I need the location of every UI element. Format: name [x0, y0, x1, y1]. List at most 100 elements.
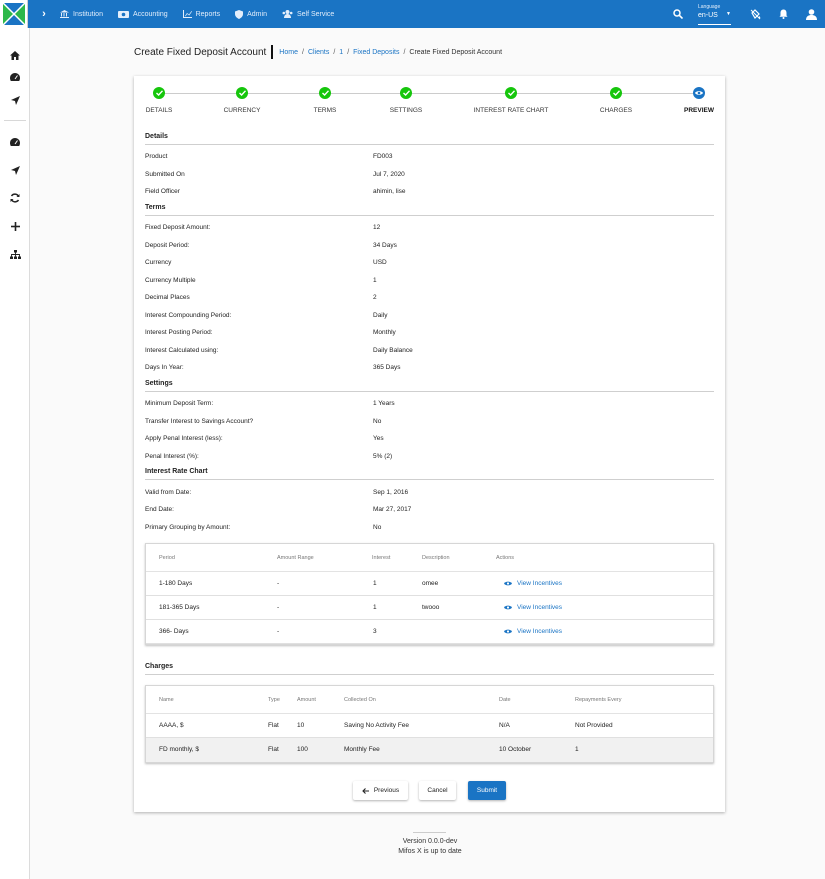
nav-accounting-label: Accounting — [132, 10, 168, 18]
sidebar-toggle-chevron-icon[interactable]: › — [28, 8, 60, 20]
step-interest-rate-chart-label: INTEREST RATE CHART — [473, 107, 549, 114]
navigation-arrow-icon[interactable] — [0, 91, 30, 109]
breadcrumb-clients[interactable]: Clients — [308, 49, 329, 56]
stepper: DETAILS CURRENCY TERMS SETTINGS INTEREST… — [134, 76, 725, 116]
terms-row: Currency Multiple 1 — [145, 277, 377, 284]
dashboard-icon[interactable] — [0, 68, 30, 86]
eye-icon — [504, 629, 512, 634]
detail-row: Submitted On Jul 7, 2020 — [145, 171, 405, 178]
shield-icon — [235, 9, 244, 19]
terms-row: Interest Calculated using: Daily Balance — [145, 347, 413, 354]
eye-icon — [504, 581, 512, 586]
step-settings[interactable]: SETTINGS — [366, 87, 446, 114]
section-settings-heading: Settings — [145, 380, 714, 392]
breadcrumb-home[interactable]: Home — [279, 49, 298, 56]
version-text: Version 0.0.0-dev — [402, 838, 458, 845]
update-status-text: Mifos X is up to date — [398, 848, 462, 855]
view-incentives-link[interactable]: View Incentives — [504, 604, 562, 611]
language-value: en-US — [698, 12, 718, 19]
fixed-deposit-card: DETAILS CURRENCY TERMS SETTINGS INTEREST… — [134, 76, 725, 812]
nav-admin-label: Admin — [247, 10, 267, 18]
table-header: Name Type Amount Collected On Date Repay… — [146, 686, 713, 714]
step-details-label: DETAILS — [145, 107, 173, 114]
nav-reports[interactable]: Reports — [182, 10, 221, 18]
submit-label: Submit — [476, 787, 498, 794]
step-charges[interactable]: CHARGES — [576, 87, 656, 114]
nav-self-service-label: Self Service — [296, 10, 335, 18]
view-incentives-link[interactable]: View Incentives — [504, 628, 562, 635]
chart-row: Primary Grouping by Amount: No — [145, 524, 382, 531]
home-icon[interactable] — [0, 46, 30, 64]
detail-row: Field Officer ahimin, lise — [145, 188, 406, 195]
nav-admin[interactable]: Admin — [235, 9, 267, 19]
nav-self-service[interactable]: Self Service — [282, 10, 334, 18]
terms-row: Fixed Deposit Amount: 12 — [145, 224, 381, 231]
page-title: Create Fixed Deposit Account — [134, 46, 267, 58]
submit-button[interactable]: Submit — [468, 781, 506, 800]
step-currency-label: CURRENCY — [223, 107, 261, 114]
step-interest-rate-chart[interactable]: INTEREST RATE CHART — [471, 87, 551, 114]
step-preview[interactable]: PREVIEW — [659, 87, 739, 114]
view-incentives-link[interactable]: View Incentives — [504, 580, 562, 587]
theme-paint-icon[interactable] — [741, 0, 769, 28]
step-charges-label: CHARGES — [599, 107, 633, 114]
users-icon — [282, 10, 293, 18]
user-account-icon[interactable] — [797, 0, 825, 28]
charges-table: Name Type Amount Collected On Date Repay… — [145, 685, 714, 763]
nav-reports-label: Reports — [195, 10, 221, 18]
breadcrumb-fixed-deposits[interactable]: Fixed Deposits — [353, 49, 399, 56]
step-preview-label: PREVIEW — [684, 107, 714, 114]
settings-row: Minimum Deposit Term: 1 Years — [145, 400, 395, 407]
settings-row: Apply Penal Interest (less): Yes — [145, 435, 384, 442]
eye-icon — [504, 605, 512, 610]
nav-accounting[interactable]: Accounting — [117, 10, 168, 18]
interest-rate-table: Period Amount Range Interest Description… — [145, 543, 714, 645]
sitemap-icon[interactable] — [0, 245, 30, 263]
check-icon — [505, 87, 517, 99]
step-settings-label: SETTINGS — [389, 107, 423, 114]
check-icon — [319, 87, 331, 99]
table-row: 366- Days - 3 View Incentives — [146, 620, 713, 644]
sync-icon[interactable] — [0, 189, 30, 207]
settings-row: Penal Interest (%): 5% (2) — [145, 453, 393, 460]
dashboard-icon-2[interactable] — [0, 133, 30, 151]
section-details-heading: Details — [145, 133, 714, 145]
chart-row: Valid from Date: Sep 1, 2016 — [145, 489, 409, 496]
check-icon — [153, 87, 165, 99]
check-icon — [610, 87, 622, 99]
previous-button[interactable]: Previous — [353, 781, 408, 800]
terms-row: Decimal Places 2 — [145, 294, 377, 301]
table-row: 1-180 Days - 1 omee View Incentives — [146, 572, 713, 596]
step-details[interactable]: DETAILS — [119, 87, 199, 114]
chart-icon — [182, 10, 192, 18]
breadcrumb: Home / Clients/ 1/ Fixed Deposits / Create… — [279, 48, 503, 56]
top-toolbar: › Institution Accounting Reports Admin S… — [0, 0, 825, 28]
bank-icon — [60, 10, 69, 18]
settings-row: Transfer Interest to Savings Account? No — [145, 418, 382, 425]
breadcrumb-current: Create Fixed Deposit Account — [409, 48, 503, 56]
navigation-arrow-icon-2[interactable] — [0, 161, 30, 179]
search-icon[interactable] — [664, 0, 692, 28]
table-row: 181-365 Days - 1 twooo View Incentives — [146, 596, 713, 620]
terms-row: Deposit Period: 34 Days — [145, 242, 397, 249]
cancel-button[interactable]: Cancel — [419, 781, 456, 800]
terms-row: Interest Posting Period: Monthly — [145, 329, 396, 336]
step-terms[interactable]: TERMS — [285, 87, 365, 114]
terms-row: Currency USD — [145, 259, 387, 266]
language-select[interactable]: Language en-US ▼ — [698, 3, 731, 25]
step-terms-label: TERMS — [313, 107, 337, 114]
plus-icon[interactable] — [0, 217, 30, 235]
check-icon — [236, 87, 248, 99]
table-row: FD monthly, $ Flat 100 Monthly Fee 10 Oc… — [146, 738, 713, 762]
bell-icon[interactable] — [769, 0, 797, 28]
nav-institution[interactable]: Institution — [60, 10, 103, 18]
section-charges-heading: Charges — [145, 663, 714, 675]
language-label: Language — [698, 4, 721, 10]
section-terms-heading: Terms — [145, 204, 714, 216]
mifos-logo[interactable] — [0, 0, 28, 28]
chart-row: End Date: Mar 27, 2017 — [145, 506, 412, 513]
table-header: Period Amount Range Interest Description… — [146, 544, 713, 572]
breadcrumb-client-id[interactable]: 1 — [339, 49, 343, 56]
step-currency[interactable]: CURRENCY — [202, 87, 282, 114]
caret-down-icon: ▼ — [726, 11, 731, 17]
